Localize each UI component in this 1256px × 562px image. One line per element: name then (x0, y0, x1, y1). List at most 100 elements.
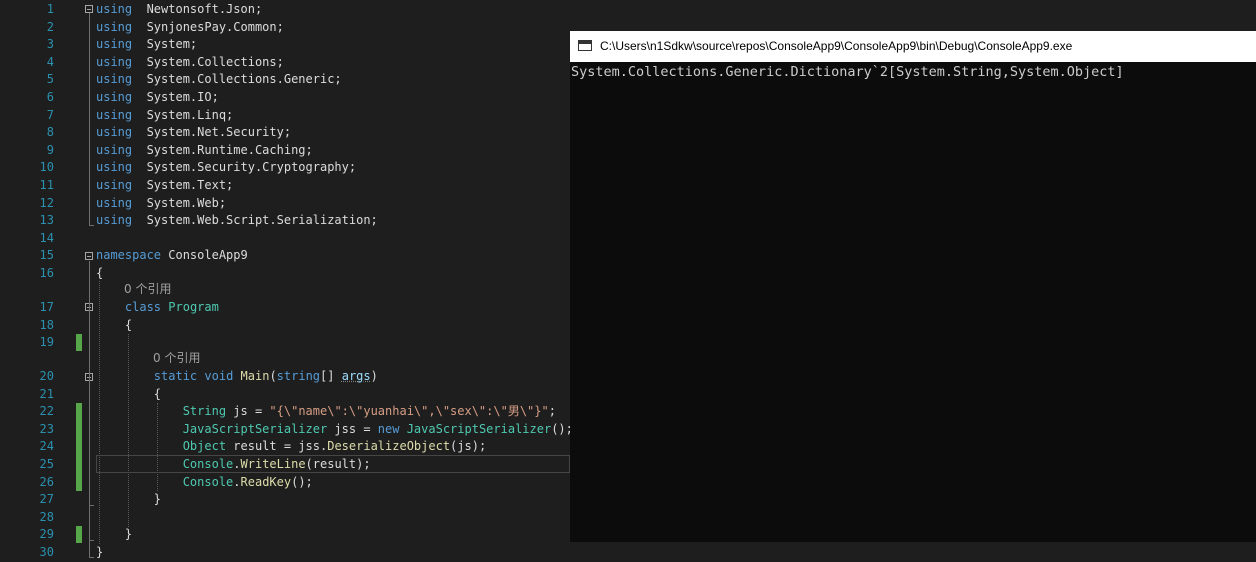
code-token: JavaScriptSerializer (182, 421, 328, 436)
code-text: namespace ConsoleApp9 (96, 247, 248, 265)
code-text: using System.Linq; (96, 107, 233, 125)
change-marker (76, 403, 82, 491)
code-token: using (96, 90, 133, 104)
code-line[interactable]: 11 using System.Text; (0, 177, 570, 195)
code-line[interactable]: 2 using SynjonesPay.Common; (0, 19, 570, 37)
code-token: using (96, 19, 133, 34)
code-token: SynjonesPay.Common; (132, 19, 284, 34)
line-number: 4 (46, 54, 54, 69)
code-text: using System.Collections; (96, 54, 284, 72)
code-line[interactable]: 28 (0, 509, 570, 527)
code-token: using (96, 213, 133, 228)
code-token: System.IO; (132, 90, 219, 104)
code-line[interactable]: 5 using System.Collections.Generic; (0, 71, 570, 89)
line-number: 29 (39, 527, 54, 542)
code-line[interactable]: 27 } (0, 491, 570, 509)
code-line[interactable]: 7 using System.Linq; (0, 107, 570, 125)
editor-bottom-area (570, 542, 1256, 562)
code-token: ; (548, 404, 556, 419)
code-text: String js = "{\"name\":\"yuanhai\",\"sex… (96, 403, 556, 421)
code-token: ( (269, 369, 277, 383)
console-output: System.Collections.Generic.Dictionary`2[… (571, 64, 1124, 80)
code-line[interactable]: 14 (0, 230, 570, 248)
outline-line (89, 13, 90, 225)
code-token: . (233, 474, 241, 489)
code-token: js = (226, 404, 270, 419)
code-text: using System.Text; (96, 177, 233, 195)
code-token: using (96, 178, 133, 192)
code-line[interactable]: 12 using System.Web; (0, 195, 570, 213)
code-token: System.Collections; (132, 54, 284, 69)
code-token: using (96, 125, 133, 140)
code-line[interactable]: 10 using System.Security.Cryptography; (0, 159, 570, 177)
code-token: using (96, 142, 133, 157)
code-token: using (96, 2, 133, 16)
collapse-icon[interactable] (85, 252, 93, 260)
code-line[interactable]: 8 using System.Net.Security; (0, 124, 570, 142)
line-number: 12 (39, 195, 54, 210)
code-line[interactable]: 16 { (0, 265, 570, 283)
code-text: using System.Web; (96, 195, 226, 213)
console-window[interactable]: C:\Users\n1Sdkw\source\repos\ConsoleApp9… (570, 31, 1256, 542)
code-token: System.Runtime.Caching; (132, 142, 313, 157)
line-number: 30 (39, 545, 54, 559)
console-title: C:\Users\n1Sdkw\source\repos\ConsoleApp9… (600, 39, 1073, 53)
change-marker (76, 334, 82, 351)
line-number: 19 (39, 335, 54, 350)
line-number: 20 (39, 369, 54, 383)
line-number: 10 (39, 160, 54, 175)
code-line[interactable]: 3 using System; (0, 36, 570, 54)
code-token: ) (370, 369, 378, 383)
code-token: System.Linq; (132, 107, 234, 122)
current-line-highlight (96, 455, 570, 473)
code-token: using (96, 37, 133, 52)
outline-line (89, 382, 90, 505)
code-token: string (276, 369, 321, 383)
line-number: 7 (46, 107, 54, 122)
code-token: System; (132, 37, 198, 52)
line-number: 18 (39, 317, 54, 332)
console-title-bar[interactable]: C:\Users\n1Sdkw\source\repos\ConsoleApp9… (570, 31, 1256, 62)
line-number: 11 (39, 178, 54, 192)
code-line[interactable]: 13 using System.Web.Script.Serialization; (0, 212, 570, 230)
code-token: static (153, 369, 198, 383)
code-token: { (96, 266, 104, 280)
code-token: args (341, 369, 371, 383)
line-number: 25 (39, 457, 54, 471)
code-line[interactable]: 9 using System.Runtime.Caching; (0, 142, 570, 160)
code-line[interactable]: 18 { (0, 317, 570, 335)
code-line[interactable]: 26 Console.ReadKey(); (0, 474, 570, 492)
outline-tick (89, 225, 94, 226)
code-line[interactable]: 29 } (0, 526, 570, 544)
code-token: } (96, 545, 104, 559)
code-line[interactable]: 19 (0, 334, 570, 352)
code-token: Program (168, 300, 219, 314)
code-token: namespace (96, 248, 162, 263)
line-number: 26 (39, 474, 54, 489)
code-text: JavaScriptSerializer jss = new JavaScrip… (96, 421, 573, 439)
code-token: using (96, 72, 133, 87)
code-token: Object (182, 439, 227, 454)
code-line[interactable]: 22 String js = "{\"name\":\"yuanhai\",\"… (0, 403, 570, 421)
code-text: using System.Collections.Generic; (96, 71, 342, 89)
collapse-icon[interactable] (85, 5, 93, 13)
codelens-references[interactable]: 0 个引用 (124, 281, 171, 299)
code-line[interactable]: 23 JavaScriptSerializer jss = new JavaSc… (0, 421, 573, 439)
code-line[interactable]: 21 { (0, 386, 570, 404)
code-token: System.Text; (132, 178, 234, 192)
line-number: 1 (46, 2, 54, 16)
code-token: String (182, 404, 227, 419)
line-number: 21 (39, 386, 54, 401)
line-number: 23 (39, 421, 54, 436)
code-line[interactable]: 4 using System.Collections; (0, 54, 570, 72)
outline-tick (89, 557, 94, 558)
code-line[interactable]: 6 using System.IO; (0, 89, 570, 107)
code-line[interactable]: 24 Object result = jss.DeserializeObject… (0, 438, 570, 456)
line-number: 24 (39, 439, 54, 454)
codelens-references[interactable]: 0 个引用 (153, 350, 200, 368)
code-line[interactable]: 30} (0, 544, 570, 562)
